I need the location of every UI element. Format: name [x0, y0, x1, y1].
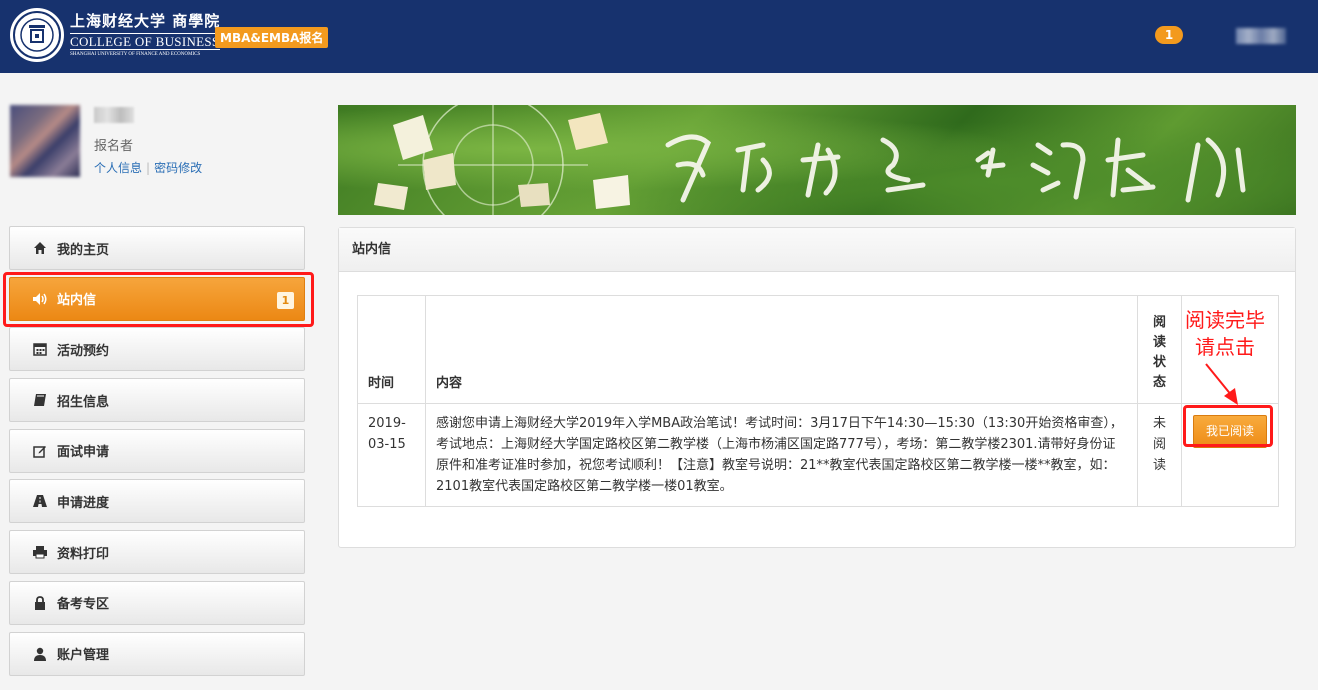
notification-badge[interactable]: 1 [1155, 26, 1183, 44]
sidebar-item-interview[interactable]: 面试申请 [9, 428, 305, 473]
message-date-text: 2019- 03-15 [368, 416, 406, 452]
sidebar-item-progress[interactable]: 申请进度 [9, 479, 305, 524]
avatar [10, 105, 80, 177]
link-separator: | [146, 161, 151, 175]
calendar-icon [32, 341, 48, 357]
sidebar-item-activities[interactable]: 活动预约 [9, 327, 305, 372]
top-header: 上海财经大学 商學院 COLLEGE OF BUSINESS SHANGHAI … [0, 0, 1318, 73]
status-header-text: 阅读状态 [1152, 315, 1166, 390]
message-status-text: 未阅读 [1152, 416, 1166, 473]
profile-links: 个人信息 | 密码修改 [94, 159, 202, 176]
edit-icon [32, 443, 48, 459]
sidebar-item-print[interactable]: 资料打印 [9, 530, 305, 575]
road-icon [32, 493, 48, 509]
book-icon [32, 392, 48, 408]
column-header-status: 阅读状态 [1137, 295, 1182, 404]
change-password-link[interactable]: 密码修改 [154, 161, 202, 175]
print-icon [32, 544, 48, 560]
annotation-line-1: 阅读完毕 [1185, 308, 1265, 332]
campus-banner-image [338, 105, 1296, 215]
header-username-blurred[interactable] [1236, 28, 1286, 44]
home-icon [32, 240, 48, 256]
sidebar-item-label: 面试申请 [57, 445, 110, 461]
message-content: 感谢您申请上海财经大学2019年入学MBA政治笔试！考试时间：3月17日下午14… [425, 403, 1138, 507]
sidebar-item-account[interactable]: 账户管理 [9, 631, 305, 676]
personal-info-link[interactable]: 个人信息 [94, 161, 142, 175]
user-role: 报名者 [94, 139, 134, 154]
user-profile: 报名者 个人信息 | 密码修改 [10, 105, 310, 180]
user-icon [32, 646, 48, 662]
table-header-row: 时间 内容 阅读状态 [357, 295, 1279, 404]
sidebar-item-label: 招生信息 [57, 394, 110, 410]
school-logo[interactable]: 上海财经大学 商學院 COLLEGE OF BUSINESS SHANGHAI … [10, 8, 221, 62]
table-row: 2019- 03-15 感谢您申请上海财经大学2019年入学MBA政治笔试！考试时… [357, 403, 1279, 507]
sidebar-item-label: 我的主页 [57, 242, 110, 258]
annotation-text: 阅读完毕 请点击 [1182, 307, 1268, 361]
inbox-panel: 站内信 时间 内容 阅读状态 2019- 03-15 感谢您申请上海财经大学201… [338, 227, 1296, 548]
sidebar-item-label: 申请进度 [57, 495, 110, 511]
message-date: 2019- 03-15 [357, 403, 426, 507]
logo-chinese-name: 上海财经大学 商學院 [70, 11, 221, 30]
highlight-outline-sidebar [3, 272, 314, 327]
highlight-outline-button [1183, 405, 1273, 447]
sidebar-item-label: 备考专区 [57, 597, 110, 613]
panel-title: 站内信 [339, 228, 1295, 272]
sidebar-item-admissions[interactable]: 招生信息 [9, 378, 305, 423]
column-header-content: 内容 [425, 295, 1138, 404]
program-badge: MBA&EMBA报名 [215, 27, 329, 48]
logo-english-name: COLLEGE OF BUSINESS [70, 32, 221, 50]
username-blurred [94, 107, 134, 123]
annotation-line-2: 请点击 [1195, 335, 1255, 359]
annotation-arrow-icon [1205, 363, 1238, 405]
lock-icon [32, 595, 48, 611]
message-status: 未阅读 [1137, 403, 1182, 507]
logo-english-subname: SHANGHAI UNIVERSITY OF FINANCE AND ECONO… [70, 51, 201, 57]
sidebar-item-label: 活动预约 [57, 343, 110, 359]
sidebar-item-label: 资料打印 [57, 546, 110, 562]
messages-table: 时间 内容 阅读状态 2019- 03-15 感谢您申请上海财经大学2019年入学… [357, 295, 1279, 507]
sidebar-item-label: 账户管理 [57, 648, 110, 663]
school-seal-icon [10, 8, 64, 62]
sidebar-item-exam-prep[interactable]: 备考专区 [9, 580, 305, 625]
sidebar-item-home[interactable]: 我的主页 [9, 226, 305, 270]
column-header-time: 时间 [357, 295, 426, 404]
